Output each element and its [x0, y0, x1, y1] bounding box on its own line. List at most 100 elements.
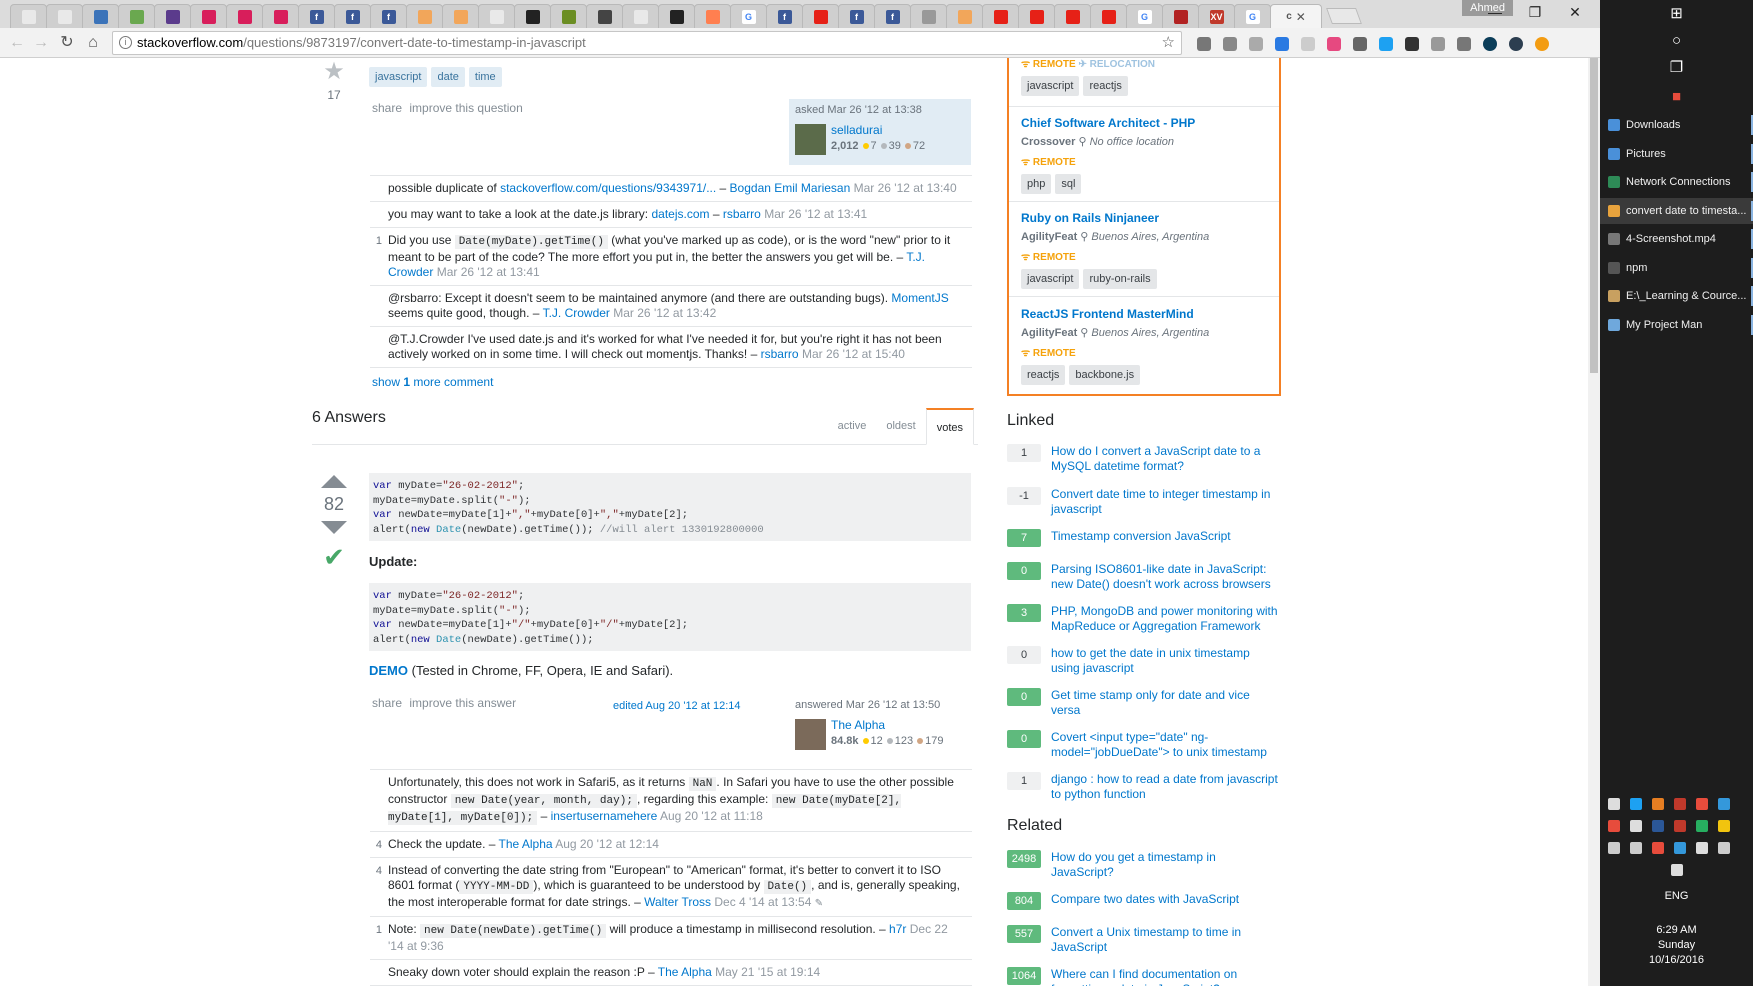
tray-icon[interactable]: [1674, 820, 1686, 832]
extension-icon[interactable]: [1483, 37, 1497, 51]
browser-tab[interactable]: f: [370, 4, 407, 28]
browser-tab[interactable]: f: [298, 4, 335, 28]
job-tag[interactable]: sql: [1055, 174, 1082, 194]
job-listing[interactable]: Ruby on Rails Ninjaneer AgilityFeat ⚲ Bu…: [1021, 211, 1271, 289]
job-title[interactable]: Chief Software Architect - PHP: [1021, 116, 1271, 130]
tray-icon[interactable]: [1674, 842, 1686, 854]
question-title-link[interactable]: Covert <input type="date" ng-model="jobD…: [1051, 730, 1281, 760]
new-tab-button[interactable]: [1326, 8, 1362, 24]
taskbar-window-item[interactable]: convert date to timesta...: [1600, 197, 1753, 224]
browser-tab[interactable]: [262, 4, 299, 28]
browser-tab[interactable]: [622, 4, 659, 28]
job-tag[interactable]: javascript: [1021, 269, 1080, 289]
page-scrollbar-thumb[interactable]: [1590, 58, 1598, 373]
browser-tab-active[interactable]: c ✕: [1270, 4, 1322, 28]
back-arrow-icon[interactable]: ←: [6, 32, 28, 54]
comment-user-link[interactable]: T.J. Crowder: [543, 306, 610, 320]
tray-icon[interactable]: [1718, 820, 1730, 832]
question-title-link[interactable]: how to get the date in unix timestamp us…: [1051, 646, 1281, 676]
browser-tab[interactable]: [226, 4, 263, 28]
browser-tab[interactable]: G: [730, 4, 767, 28]
browser-tab[interactable]: [1162, 4, 1199, 28]
browser-tab[interactable]: [1090, 4, 1127, 28]
tray-icon[interactable]: [1630, 820, 1642, 832]
tab-votes[interactable]: votes: [925, 408, 974, 445]
browser-tab[interactable]: [550, 4, 587, 28]
downvote-arrow-icon[interactable]: [321, 521, 347, 534]
browser-tab[interactable]: f: [838, 4, 875, 28]
extension-icon[interactable]: [1535, 37, 1549, 51]
extension-icon[interactable]: [1301, 37, 1315, 51]
home-icon[interactable]: ⌂: [82, 32, 104, 54]
tab-oldest[interactable]: oldest: [876, 408, 925, 445]
comment-user-link[interactable]: rsbarro: [723, 207, 761, 221]
tray-icon[interactable]: [1718, 798, 1730, 810]
browser-tab[interactable]: [1018, 4, 1055, 28]
question-title-link[interactable]: Parsing ISO8601-like date in JavaScript:…: [1051, 562, 1281, 592]
browser-tab[interactable]: [694, 4, 731, 28]
question-title-link[interactable]: Convert date time to integer timestamp i…: [1051, 487, 1281, 517]
tag-time[interactable]: time: [468, 67, 502, 87]
asker-name[interactable]: selladurai: [831, 123, 882, 137]
question-title-link[interactable]: How do I convert a JavaScript date to a …: [1051, 444, 1281, 474]
browser-tab[interactable]: [1054, 4, 1091, 28]
comment-user-link[interactable]: rsbarro: [761, 347, 799, 361]
tray-icon[interactable]: [1652, 842, 1664, 854]
browser-tab[interactable]: [118, 4, 155, 28]
taskbar-window-item[interactable]: E:\_Learning & Cource...: [1600, 283, 1753, 309]
tray-icon[interactable]: [1674, 798, 1686, 810]
browser-tab[interactable]: G: [1126, 4, 1163, 28]
improve-question-link[interactable]: improve this question: [409, 101, 522, 115]
browser-tab[interactable]: [406, 4, 443, 28]
job-title[interactable]: ReactJS Frontend MasterMind: [1021, 307, 1271, 321]
question-title-link[interactable]: Timestamp conversion JavaScript: [1051, 529, 1281, 544]
taskbar-window-item[interactable]: Network Connections: [1600, 169, 1753, 195]
answerer-avatar[interactable]: [795, 719, 826, 750]
question-title-link[interactable]: Compare two dates with JavaScript: [1051, 892, 1281, 907]
tray-icon[interactable]: [1630, 798, 1642, 810]
momentjs-link[interactable]: MomentJS: [891, 291, 948, 305]
task-view-icon[interactable]: ❐: [1600, 54, 1753, 82]
comment-user-link[interactable]: Bogdan Emil Mariesan: [730, 181, 851, 195]
browser-tab[interactable]: [82, 4, 119, 28]
browser-tab[interactable]: f: [334, 4, 371, 28]
job-top-partial[interactable]: ᯤ REMOTE ✈ RELOCATION javascript reactjs: [1021, 56, 1271, 96]
address-bar[interactable]: i stackoverflow.com/questions/9873197/co…: [112, 31, 1182, 55]
browser-tab[interactable]: [46, 4, 83, 28]
tab-active[interactable]: active: [828, 408, 877, 445]
job-tag[interactable]: javascript: [1021, 76, 1080, 96]
notifications-icon[interactable]: [1671, 864, 1683, 876]
tray-icon[interactable]: [1718, 842, 1730, 854]
extension-icon[interactable]: [1431, 37, 1445, 51]
browser-tab[interactable]: [982, 4, 1019, 28]
job-listing[interactable]: Chief Software Architect - PHP Crossover…: [1021, 116, 1271, 194]
question-title-link[interactable]: django : how to read a date from javascr…: [1051, 772, 1281, 802]
tray-icon[interactable]: [1608, 842, 1620, 854]
extension-icon[interactable]: [1509, 37, 1523, 51]
question-title-link[interactable]: Get time stamp only for date and vice ve…: [1051, 688, 1281, 718]
comment-user-link[interactable]: The Alpha: [658, 965, 712, 979]
extension-icon[interactable]: [1249, 37, 1263, 51]
answer-edited-link[interactable]: edited Aug 20 '12 at 12:14: [613, 700, 741, 712]
duplicate-link[interactable]: stackoverflow.com/questions/9343971/...: [500, 181, 716, 195]
tray-icon[interactable]: [1630, 842, 1642, 854]
browser-tab[interactable]: XV: [1198, 4, 1235, 28]
tag-date[interactable]: date: [431, 67, 465, 87]
minimize-icon[interactable]: —: [1475, 0, 1515, 24]
question-title-link[interactable]: PHP, MongoDB and power monitoring with M…: [1051, 604, 1281, 634]
extension-icon[interactable]: [1223, 37, 1237, 51]
browser-tab[interactable]: [478, 4, 515, 28]
browser-tab[interactable]: [910, 4, 947, 28]
browser-tab[interactable]: [10, 4, 47, 28]
pinned-app-icon[interactable]: ■: [1600, 83, 1753, 111]
datejs-link[interactable]: datejs.com: [651, 207, 709, 221]
job-tag[interactable]: backbone.js: [1069, 365, 1141, 385]
question-title-link[interactable]: Where can I find documentation on format…: [1051, 967, 1281, 986]
close-window-icon[interactable]: ✕: [1555, 0, 1595, 24]
browser-tab[interactable]: [946, 4, 983, 28]
browser-tab[interactable]: f: [766, 4, 803, 28]
bookmark-star-icon[interactable]: ☆: [1162, 32, 1175, 54]
job-tag[interactable]: reactjs: [1083, 76, 1128, 96]
forward-arrow-icon[interactable]: →: [30, 32, 52, 54]
question-title-link[interactable]: Convert a Unix timestamp to time in Java…: [1051, 925, 1281, 955]
